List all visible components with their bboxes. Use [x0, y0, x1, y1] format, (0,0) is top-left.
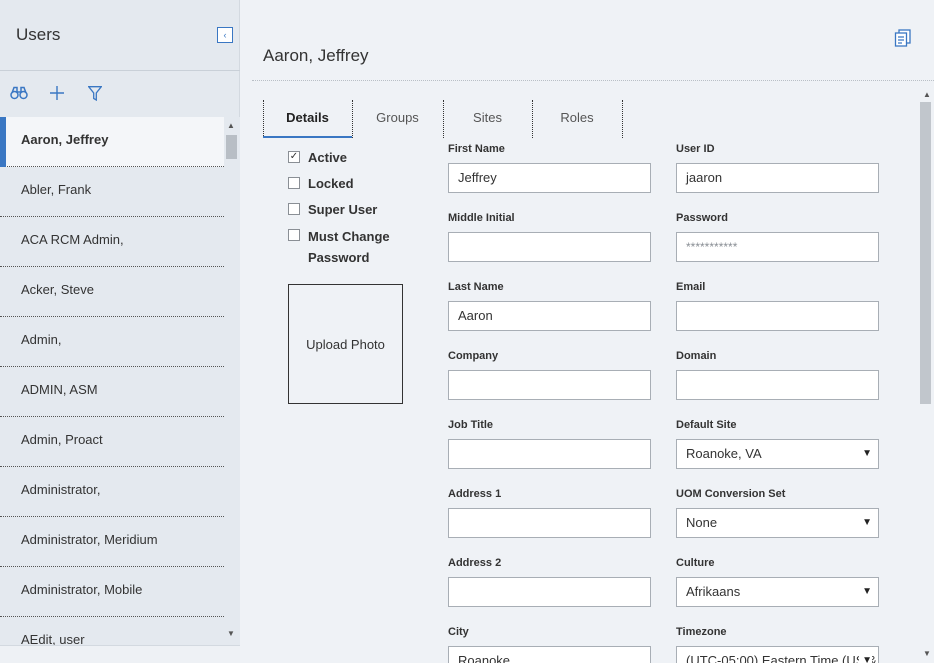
last-name-label: Last Name: [448, 281, 504, 293]
city-field[interactable]: Roanoke: [448, 646, 651, 663]
password-label: Password: [676, 212, 728, 224]
user-list-item[interactable]: Admin,: [0, 317, 224, 367]
job-title-label: Job Title: [448, 419, 494, 431]
upload-photo-button[interactable]: Upload Photo: [288, 284, 403, 404]
user-list-item[interactable]: Administrator, Meridium: [0, 517, 224, 567]
sidebar-toolbar: [0, 72, 240, 116]
select-value: Roanoke, VA: [686, 446, 762, 461]
plus-icon[interactable]: [46, 82, 68, 104]
email-label: Email: [676, 281, 706, 293]
user-list-item[interactable]: Administrator,: [0, 467, 224, 517]
user-id-label: User ID: [676, 143, 715, 155]
checkbox-label: Locked: [308, 176, 354, 191]
uom-conversion-set-label: UOM Conversion Set: [676, 488, 786, 500]
first-name-field[interactable]: Jeffrey: [448, 163, 651, 193]
select-value: None: [686, 515, 718, 530]
checkbox-box[interactable]: ✓: [288, 151, 300, 163]
user-id-field[interactable]: jaaron: [676, 163, 879, 193]
checkbox-box[interactable]: [288, 229, 300, 241]
scroll-thumb[interactable]: [920, 102, 931, 404]
middle-initial-field[interactable]: [448, 232, 651, 262]
active-checkbox[interactable]: ✓ Active: [288, 148, 347, 168]
address2-field[interactable]: [448, 577, 651, 607]
page-title: Aaron, Jeffrey: [263, 46, 369, 65]
export-document-icon[interactable]: [894, 29, 912, 47]
checkbox-box[interactable]: [288, 177, 300, 189]
culture-label: Culture: [676, 557, 715, 569]
details-scrollbar[interactable]: ▲ ▼: [918, 88, 934, 663]
user-list-item[interactable]: Acker, Steve: [0, 267, 224, 317]
scroll-thumb[interactable]: [226, 135, 237, 159]
default-site-label: Default Site: [676, 419, 737, 431]
sidebar-title: Users: [16, 25, 61, 44]
sidebar-header: Users ‹: [0, 0, 240, 71]
tab-details[interactable]: Details: [263, 100, 352, 138]
select-value: (UTC-05:00) Eastern Time (US & Canada): [686, 653, 878, 663]
company-field[interactable]: [448, 370, 651, 400]
select-value: Afrikaans: [686, 584, 741, 599]
middle-initial-label: Middle Initial: [448, 212, 515, 224]
scroll-down-arrow-icon[interactable]: ▼: [227, 629, 235, 638]
user-list: Aaron, Jeffrey Abler, Frank ACA RCM Admin,…: [0, 117, 224, 645]
default-site-select[interactable]: Roanoke, VA ▼: [676, 439, 879, 469]
chevron-down-icon: ▼: [859, 578, 872, 606]
timezone-select[interactable]: (UTC-05:00) Eastern Time (US & Canada) ▼: [676, 646, 879, 663]
binoculars-icon[interactable]: [8, 82, 30, 104]
tab-sites[interactable]: Sites: [443, 100, 532, 138]
uom-conversion-set-select[interactable]: None ▼: [676, 508, 879, 538]
user-list-item[interactable]: Admin, Proact: [0, 417, 224, 467]
scroll-up-arrow-icon[interactable]: ▲: [923, 90, 931, 99]
sidebar-footer: [0, 645, 240, 663]
scroll-up-arrow-icon[interactable]: ▲: [227, 121, 235, 130]
domain-field[interactable]: [676, 370, 879, 400]
password-field[interactable]: ***********: [676, 232, 879, 262]
user-details-panel: Aaron, Jeffrey Details Groups Sites Role…: [240, 0, 934, 663]
city-label: City: [448, 626, 469, 638]
culture-select[interactable]: Afrikaans ▼: [676, 577, 879, 607]
tab-groups[interactable]: Groups: [352, 100, 443, 138]
company-label: Company: [448, 350, 499, 362]
tab-roles[interactable]: Roles: [532, 100, 622, 138]
first-name-label: First Name: [448, 143, 505, 155]
address2-label: Address 2: [448, 557, 502, 569]
scroll-down-arrow-icon[interactable]: ▼: [923, 649, 931, 658]
locked-checkbox[interactable]: Locked: [288, 174, 354, 194]
collapse-sidebar-button[interactable]: ‹: [217, 27, 233, 43]
domain-label: Domain: [676, 350, 717, 362]
checkbox-label: Active: [308, 150, 348, 165]
tab-divider: [622, 100, 623, 138]
super-user-checkbox[interactable]: Super User: [288, 200, 377, 220]
title-divider: [252, 80, 934, 81]
user-list-item[interactable]: ACA RCM Admin,: [0, 217, 224, 267]
chevron-down-icon: ▼: [859, 509, 872, 537]
user-list-item[interactable]: Administrator, Mobile: [0, 567, 224, 617]
checkbox-box[interactable]: [288, 203, 300, 215]
checkbox-label: Must Change Password: [308, 229, 390, 265]
job-title-field[interactable]: [448, 439, 651, 469]
address1-field[interactable]: [448, 508, 651, 538]
email-field[interactable]: [676, 301, 879, 331]
chevron-down-icon: ▼: [859, 440, 872, 468]
must-change-password-checkbox[interactable]: Must Change Password: [288, 226, 408, 268]
checkbox-label: Super User: [308, 202, 378, 217]
user-list-item[interactable]: Aaron, Jeffrey: [0, 117, 224, 167]
users-sidebar: Users ‹ Aaron, Jeffrey Abler, Frank ACA RC…: [0, 0, 240, 663]
address1-label: Address 1: [448, 488, 502, 500]
timezone-label: Timezone: [676, 626, 727, 638]
last-name-field[interactable]: Aaron: [448, 301, 651, 331]
chevron-down-icon: ▼: [859, 647, 872, 663]
user-list-item[interactable]: Abler, Frank: [0, 167, 224, 217]
filter-icon[interactable]: [84, 82, 106, 104]
user-list-item[interactable]: ADMIN, ASM: [0, 367, 224, 417]
user-list-item[interactable]: AEdit, user: [0, 617, 224, 645]
user-list-scrollbar[interactable]: ▲ ▼: [224, 117, 240, 645]
